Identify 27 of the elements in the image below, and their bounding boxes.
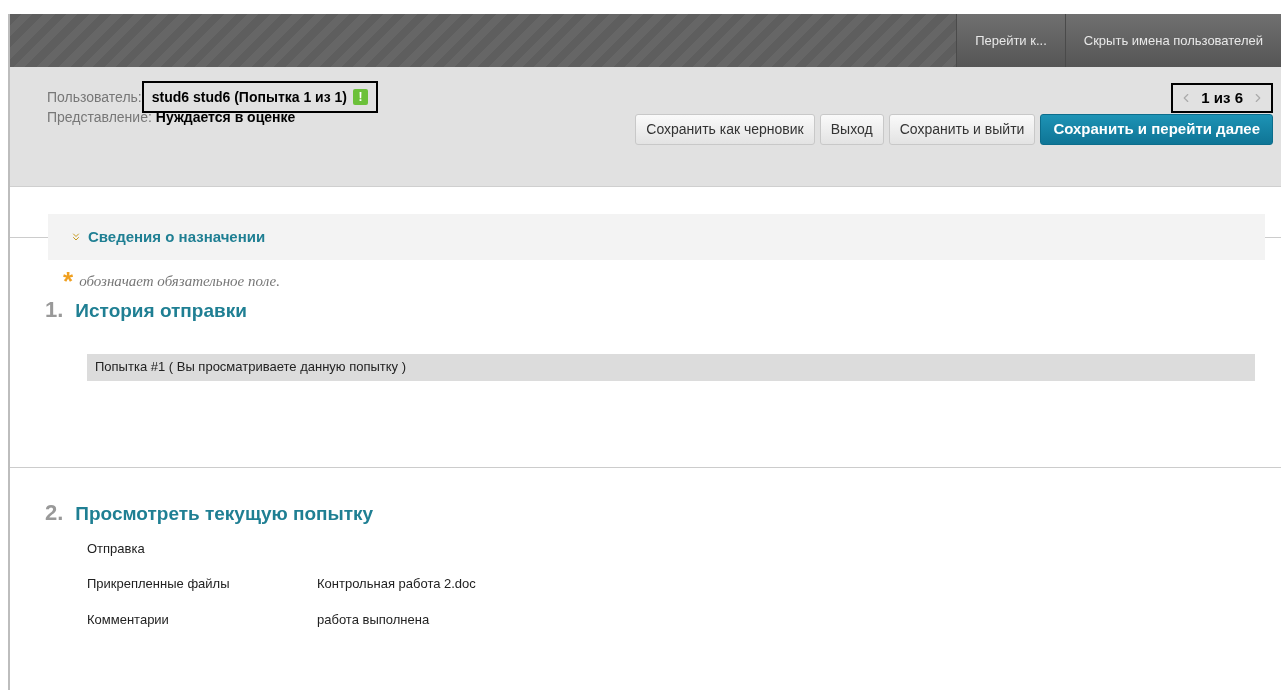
- section-number: 1.: [45, 295, 64, 324]
- required-note: обозначает обязательное поле.: [79, 272, 280, 291]
- field-label: Комментарии: [87, 610, 170, 629]
- toolbar-link[interactable]: Скрыть имена пользователей: [1064, 14, 1281, 67]
- toolbar-link[interactable]: Перейти к...: [956, 14, 1065, 67]
- user-label: Пользователь:: [47, 87, 142, 107]
- user-name: stud6 stud6 (Попытка 1 из 1): [151, 87, 347, 107]
- status-icon: !: [353, 89, 368, 105]
- section-number: 2.: [45, 498, 64, 527]
- attempt-row[interactable]: Попытка #1 ( Вы просматриваете данную попытку ): [87, 353, 1255, 381]
- expand-icon: [70, 231, 82, 243]
- required-mark: *: [63, 271, 74, 292]
- action-button[interactable]: Сохранить и выйти: [888, 114, 1036, 145]
- field-label: Прикрепленные файлы: [87, 575, 231, 593]
- section-title: История отправки: [75, 298, 247, 323]
- field-value: работа выполнена: [317, 610, 430, 629]
- details-bar[interactable]: Сведения о назначении: [48, 214, 1265, 260]
- action-button[interactable]: Сохранить и перейти далее: [1040, 114, 1273, 145]
- section-title: Просмотреть текущую попытку: [75, 501, 374, 526]
- submission-status: Нуждается в оценке: [155, 108, 296, 127]
- action-button[interactable]: Выход: [819, 114, 884, 145]
- pager-text: 1 из 6: [1201, 87, 1243, 108]
- details-title: Сведения о назначении: [88, 226, 266, 247]
- submission-label: Представление:: [47, 108, 152, 127]
- field-value: Контрольная работа 2.doc: [317, 575, 476, 593]
- action-button[interactable]: Сохранить как черновик: [635, 114, 815, 145]
- field-label: Отправка: [87, 539, 146, 558]
